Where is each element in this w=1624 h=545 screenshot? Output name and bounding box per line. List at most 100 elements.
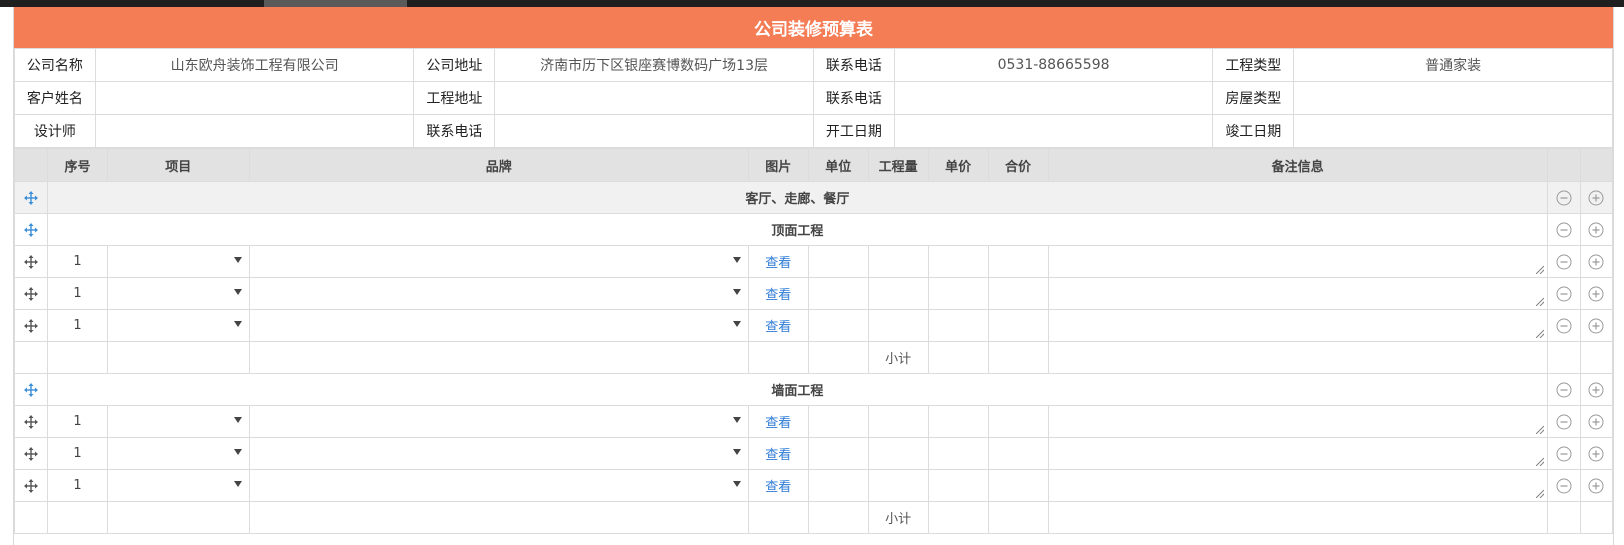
remove-button[interactable]: [1546, 245, 1581, 278]
unit-field[interactable]: [807, 277, 869, 310]
drag-handle[interactable]: [13, 245, 49, 278]
info-value-field[interactable]: [494, 114, 814, 148]
note-textarea[interactable]: [1047, 437, 1548, 470]
resize-grip-icon[interactable]: [1535, 330, 1544, 338]
remove-button[interactable]: [1546, 373, 1581, 406]
add-button[interactable]: [1579, 373, 1614, 406]
quantity-field[interactable]: [867, 405, 929, 438]
add-row-icon[interactable]: [1588, 446, 1604, 462]
remove-row-icon[interactable]: [1556, 222, 1572, 238]
view-image-link[interactable]: 查看: [765, 448, 791, 463]
add-row-icon[interactable]: [1588, 478, 1604, 494]
remove-button[interactable]: [1546, 309, 1581, 342]
drag-handle[interactable]: [13, 469, 49, 502]
add-button[interactable]: [1579, 213, 1614, 246]
note-textarea[interactable]: [1047, 309, 1548, 342]
add-row-icon[interactable]: [1588, 414, 1604, 430]
brand-select[interactable]: [248, 469, 749, 502]
move-icon[interactable]: [24, 446, 39, 461]
unit-price-field[interactable]: [927, 309, 989, 342]
move-icon[interactable]: [24, 254, 39, 269]
drag-handle[interactable]: [13, 373, 49, 406]
add-row-icon[interactable]: [1588, 222, 1604, 238]
view-image-link[interactable]: 查看: [765, 320, 791, 335]
note-textarea[interactable]: [1047, 245, 1548, 278]
unit-price-field[interactable]: [927, 437, 989, 470]
drag-handle[interactable]: [13, 405, 49, 438]
view-image-link[interactable]: 查看: [765, 416, 791, 431]
add-button[interactable]: [1579, 437, 1614, 470]
item-select[interactable]: [107, 309, 250, 342]
unit-price-field[interactable]: [927, 277, 989, 310]
resize-grip-icon[interactable]: [1535, 426, 1544, 434]
remove-button[interactable]: [1546, 469, 1581, 502]
resize-grip-icon[interactable]: [1535, 266, 1544, 274]
resize-grip-icon[interactable]: [1535, 490, 1544, 498]
drag-handle[interactable]: [13, 181, 49, 214]
quantity-field[interactable]: [867, 469, 929, 502]
unit-field[interactable]: [807, 245, 869, 278]
add-button[interactable]: [1579, 277, 1614, 310]
remove-row-icon[interactable]: [1556, 286, 1572, 302]
drag-handle[interactable]: [13, 213, 49, 246]
info-value-field[interactable]: [1293, 81, 1613, 115]
info-value-field[interactable]: [494, 81, 814, 115]
item-select[interactable]: [107, 469, 250, 502]
brand-select[interactable]: [248, 437, 749, 470]
remove-row-icon[interactable]: [1556, 254, 1572, 270]
remove-button[interactable]: [1546, 277, 1581, 310]
unit-price-field[interactable]: [927, 469, 989, 502]
brand-select[interactable]: [248, 309, 749, 342]
remove-button[interactable]: [1546, 213, 1581, 246]
drag-handle[interactable]: [13, 309, 49, 342]
resize-grip-icon[interactable]: [1535, 298, 1544, 306]
info-value-field[interactable]: 济南市历下区银座赛博数码广场13层: [494, 48, 814, 82]
info-value-field[interactable]: [893, 81, 1214, 115]
info-value-field[interactable]: 普通家装: [1293, 48, 1613, 82]
quantity-field[interactable]: [867, 309, 929, 342]
info-value-field[interactable]: [893, 114, 1214, 148]
unit-field[interactable]: [807, 405, 869, 438]
unit-field[interactable]: [807, 469, 869, 502]
quantity-field[interactable]: [867, 437, 929, 470]
remove-row-icon[interactable]: [1556, 190, 1572, 206]
info-value-field[interactable]: 0531-88665598: [893, 48, 1214, 82]
info-value-field[interactable]: [94, 114, 415, 148]
note-textarea[interactable]: [1047, 469, 1548, 502]
unit-field[interactable]: [807, 309, 869, 342]
quantity-field[interactable]: [867, 245, 929, 278]
move-icon[interactable]: [24, 414, 39, 429]
add-row-icon[interactable]: [1588, 318, 1604, 334]
add-row-icon[interactable]: [1588, 254, 1604, 270]
note-textarea[interactable]: [1047, 405, 1548, 438]
move-icon[interactable]: [24, 222, 39, 237]
remove-button[interactable]: [1546, 437, 1581, 470]
move-icon[interactable]: [24, 318, 39, 333]
add-row-icon[interactable]: [1588, 190, 1604, 206]
unit-field[interactable]: [807, 437, 869, 470]
remove-row-icon[interactable]: [1556, 318, 1572, 334]
view-image-link[interactable]: 查看: [765, 256, 791, 271]
remove-row-icon[interactable]: [1556, 478, 1572, 494]
resize-grip-icon[interactable]: [1535, 458, 1544, 466]
move-icon[interactable]: [24, 478, 39, 493]
add-button[interactable]: [1579, 309, 1614, 342]
add-button[interactable]: [1579, 245, 1614, 278]
quantity-field[interactable]: [867, 277, 929, 310]
add-row-icon[interactable]: [1588, 382, 1604, 398]
brand-select[interactable]: [248, 277, 749, 310]
item-select[interactable]: [107, 405, 250, 438]
add-row-icon[interactable]: [1588, 286, 1604, 302]
drag-handle[interactable]: [13, 277, 49, 310]
move-icon[interactable]: [24, 286, 39, 301]
unit-price-field[interactable]: [927, 405, 989, 438]
info-value-field[interactable]: [1293, 114, 1613, 148]
move-icon[interactable]: [24, 190, 39, 205]
item-select[interactable]: [107, 245, 250, 278]
item-select[interactable]: [107, 437, 250, 470]
remove-button[interactable]: [1546, 181, 1581, 214]
remove-button[interactable]: [1546, 405, 1581, 438]
view-image-link[interactable]: 查看: [765, 480, 791, 495]
brand-select[interactable]: [248, 245, 749, 278]
unit-price-field[interactable]: [927, 245, 989, 278]
